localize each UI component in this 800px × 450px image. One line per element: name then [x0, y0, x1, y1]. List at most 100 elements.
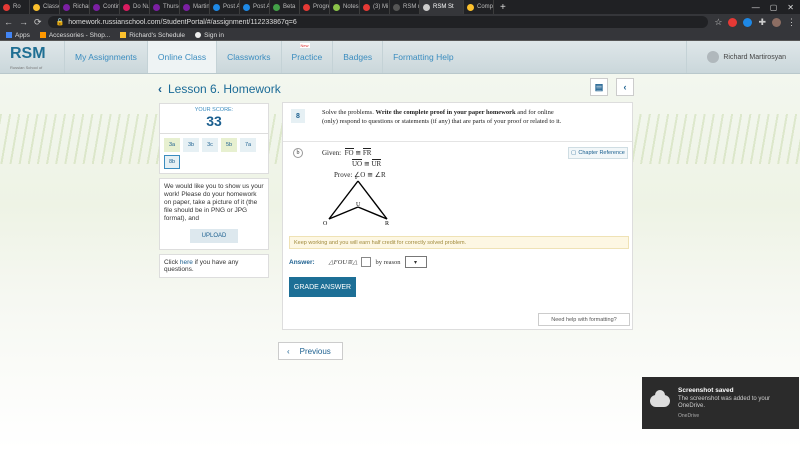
- problem-tab-3a[interactable]: 3a: [164, 138, 180, 152]
- bookmark-accessories[interactable]: Accessories - Shop...: [39, 32, 110, 39]
- help-link[interactable]: here: [180, 259, 193, 266]
- star-icon[interactable]: ☆: [714, 17, 722, 28]
- favicon-icon: [33, 3, 40, 11]
- nav-online-class[interactable]: Online Class: [146, 41, 217, 73]
- favicon-icon: [213, 3, 220, 11]
- window-controls: — ▢ ✕: [752, 0, 800, 14]
- extension-icon[interactable]: [728, 17, 738, 27]
- bookmarks-bar: Apps Accessories - Shop... Richard's Sch…: [0, 30, 800, 41]
- browser-tab[interactable]: Martine: [180, 0, 210, 14]
- extension-icon[interactable]: [743, 17, 753, 27]
- question-card: 8 Solve the problems. Write the complete…: [282, 102, 633, 330]
- tab-label: RSM St: [433, 4, 454, 10]
- favicon-icon: [63, 3, 70, 11]
- favicon-icon: [363, 3, 370, 11]
- site-navigation: RSMRussian School of Mathematics My Assi…: [0, 41, 800, 85]
- need-help-button[interactable]: Need help with formatting?: [538, 313, 630, 326]
- previous-button[interactable]: ‹ Previous: [278, 342, 343, 360]
- user-menu[interactable]: Richard Martirosyan: [686, 41, 800, 73]
- tab-label: Beta: [283, 4, 296, 10]
- score-value: 33: [206, 113, 222, 129]
- favicon-icon: [393, 3, 400, 11]
- profile-avatar[interactable]: [772, 17, 781, 27]
- nav-formatting-help[interactable]: Formatting Help: [382, 41, 463, 73]
- browser-tab[interactable]: Progre: [300, 0, 330, 14]
- nav-my-assignments[interactable]: My Assignments: [64, 41, 147, 73]
- address-bar[interactable]: 🔒 homework.russianschool.com/StudentPorta…: [47, 16, 709, 28]
- puzzle-icon[interactable]: ✚: [758, 17, 766, 28]
- problem-list: 3a 3b 3c 5b 7a 8b: [159, 134, 269, 174]
- avatar: [707, 51, 720, 63]
- upload-panel: We would like you to show us your work! …: [159, 178, 269, 250]
- triangle-diagram: F U O R: [323, 177, 389, 227]
- browser-tab[interactable]: Notes: [330, 0, 360, 14]
- answer-input[interactable]: [361, 257, 372, 267]
- browser-tab[interactable]: Do Nur: [120, 0, 150, 14]
- reload-icon[interactable]: ⟳: [34, 17, 42, 28]
- onedrive-notification[interactable]: Screenshot saved The screenshot was adde…: [642, 377, 799, 429]
- browser-tab[interactable]: Contin: [90, 0, 120, 14]
- back-icon[interactable]: ←: [4, 17, 13, 27]
- maximize-icon[interactable]: ▢: [770, 3, 778, 12]
- reason-select[interactable]: ▾: [404, 256, 427, 268]
- browser-tab[interactable]: Post Ar: [210, 0, 240, 14]
- nav-practice[interactable]: Practice New: [280, 41, 333, 73]
- browser-tab[interactable]: Richard: [60, 0, 90, 14]
- tab-label: Notes: [343, 4, 359, 10]
- left-sidebar: YOUR SCORE: 33 3a 3b 3c 5b 7a 8b We would lik…: [159, 103, 269, 278]
- problem-tab-8b[interactable]: 8b: [164, 155, 180, 169]
- bookmark-schedule[interactable]: Richard's Schedule: [120, 32, 185, 39]
- answer-row: Answer: △FOU≅△ by reason ▾: [289, 256, 427, 268]
- browser-tab[interactable]: Classes: [30, 0, 60, 14]
- upload-button[interactable]: UPLOAD: [190, 229, 238, 243]
- problem-tab-5b[interactable]: 5b: [221, 138, 237, 152]
- favicon-icon: [123, 3, 130, 11]
- site-icon: [195, 32, 202, 38]
- nav-badges[interactable]: Badges: [332, 41, 382, 73]
- browser-tab-strip: Ro Classes Richard Contin Do Nur Thursd Martin…: [0, 0, 800, 14]
- browser-tab[interactable]: Post Ar: [240, 0, 270, 14]
- cloud-icon: [650, 390, 670, 407]
- bookmark-apps[interactable]: Apps: [6, 32, 30, 39]
- folder-icon: [120, 32, 127, 38]
- grade-answer-button[interactable]: GRADE ANSWER: [289, 277, 356, 297]
- browser-tab[interactable]: Ro: [0, 0, 30, 14]
- bookmark-sign-in[interactable]: Sign in: [195, 32, 224, 39]
- favicon-icon: [153, 3, 160, 11]
- browser-tab[interactable]: (3) Mi: [360, 0, 390, 14]
- point-f-label: F: [355, 177, 359, 181]
- problem-tab-3c[interactable]: 3c: [202, 138, 218, 152]
- nav-classworks[interactable]: Classworks: [216, 41, 280, 73]
- close-icon[interactable]: ✕: [787, 3, 794, 12]
- browser-tab[interactable]: Beta: [270, 0, 300, 14]
- minimize-icon[interactable]: —: [752, 3, 760, 12]
- favicon-icon: [303, 3, 310, 11]
- print-button[interactable]: ▤: [590, 78, 608, 96]
- tab-label: Contin: [103, 4, 120, 10]
- tab-label: Do Nur: [133, 4, 150, 10]
- problem-tab-7a[interactable]: 7a: [240, 138, 256, 152]
- book-icon: ▢: [571, 150, 577, 156]
- tab-label: Progre: [313, 4, 330, 10]
- browser-tab[interactable]: Compu: [464, 0, 494, 14]
- favicon-icon: [467, 3, 474, 11]
- browser-tab[interactable]: Thursd: [150, 0, 180, 14]
- printer-icon: ▤: [594, 81, 604, 92]
- point-o-label: O: [323, 221, 328, 227]
- amazon-icon: [39, 32, 46, 38]
- chevron-left-icon[interactable]: ‹: [158, 82, 162, 96]
- menu-icon[interactable]: ⋮: [787, 17, 796, 28]
- help-panel: Click here if you have any questions.: [159, 254, 269, 278]
- favicon-icon: [243, 3, 250, 11]
- warning-banner: Keep working and you will earn half cred…: [289, 236, 629, 249]
- tab-label: RSM n: [403, 4, 420, 10]
- chapter-reference-button[interactable]: ▢ Chapter Reference: [568, 147, 628, 159]
- problem-tab-3b[interactable]: 3b: [183, 138, 199, 152]
- browser-tab-active[interactable]: RSM St: [420, 0, 464, 14]
- collapse-button[interactable]: ‹: [616, 78, 634, 96]
- forward-icon[interactable]: →: [19, 17, 28, 27]
- browser-tab[interactable]: RSM n: [390, 0, 420, 14]
- rsm-logo[interactable]: RSMRussian School of Mathematics: [0, 41, 64, 85]
- new-tab-button[interactable]: +: [494, 0, 512, 14]
- tab-label: (3) Mi: [373, 4, 389, 10]
